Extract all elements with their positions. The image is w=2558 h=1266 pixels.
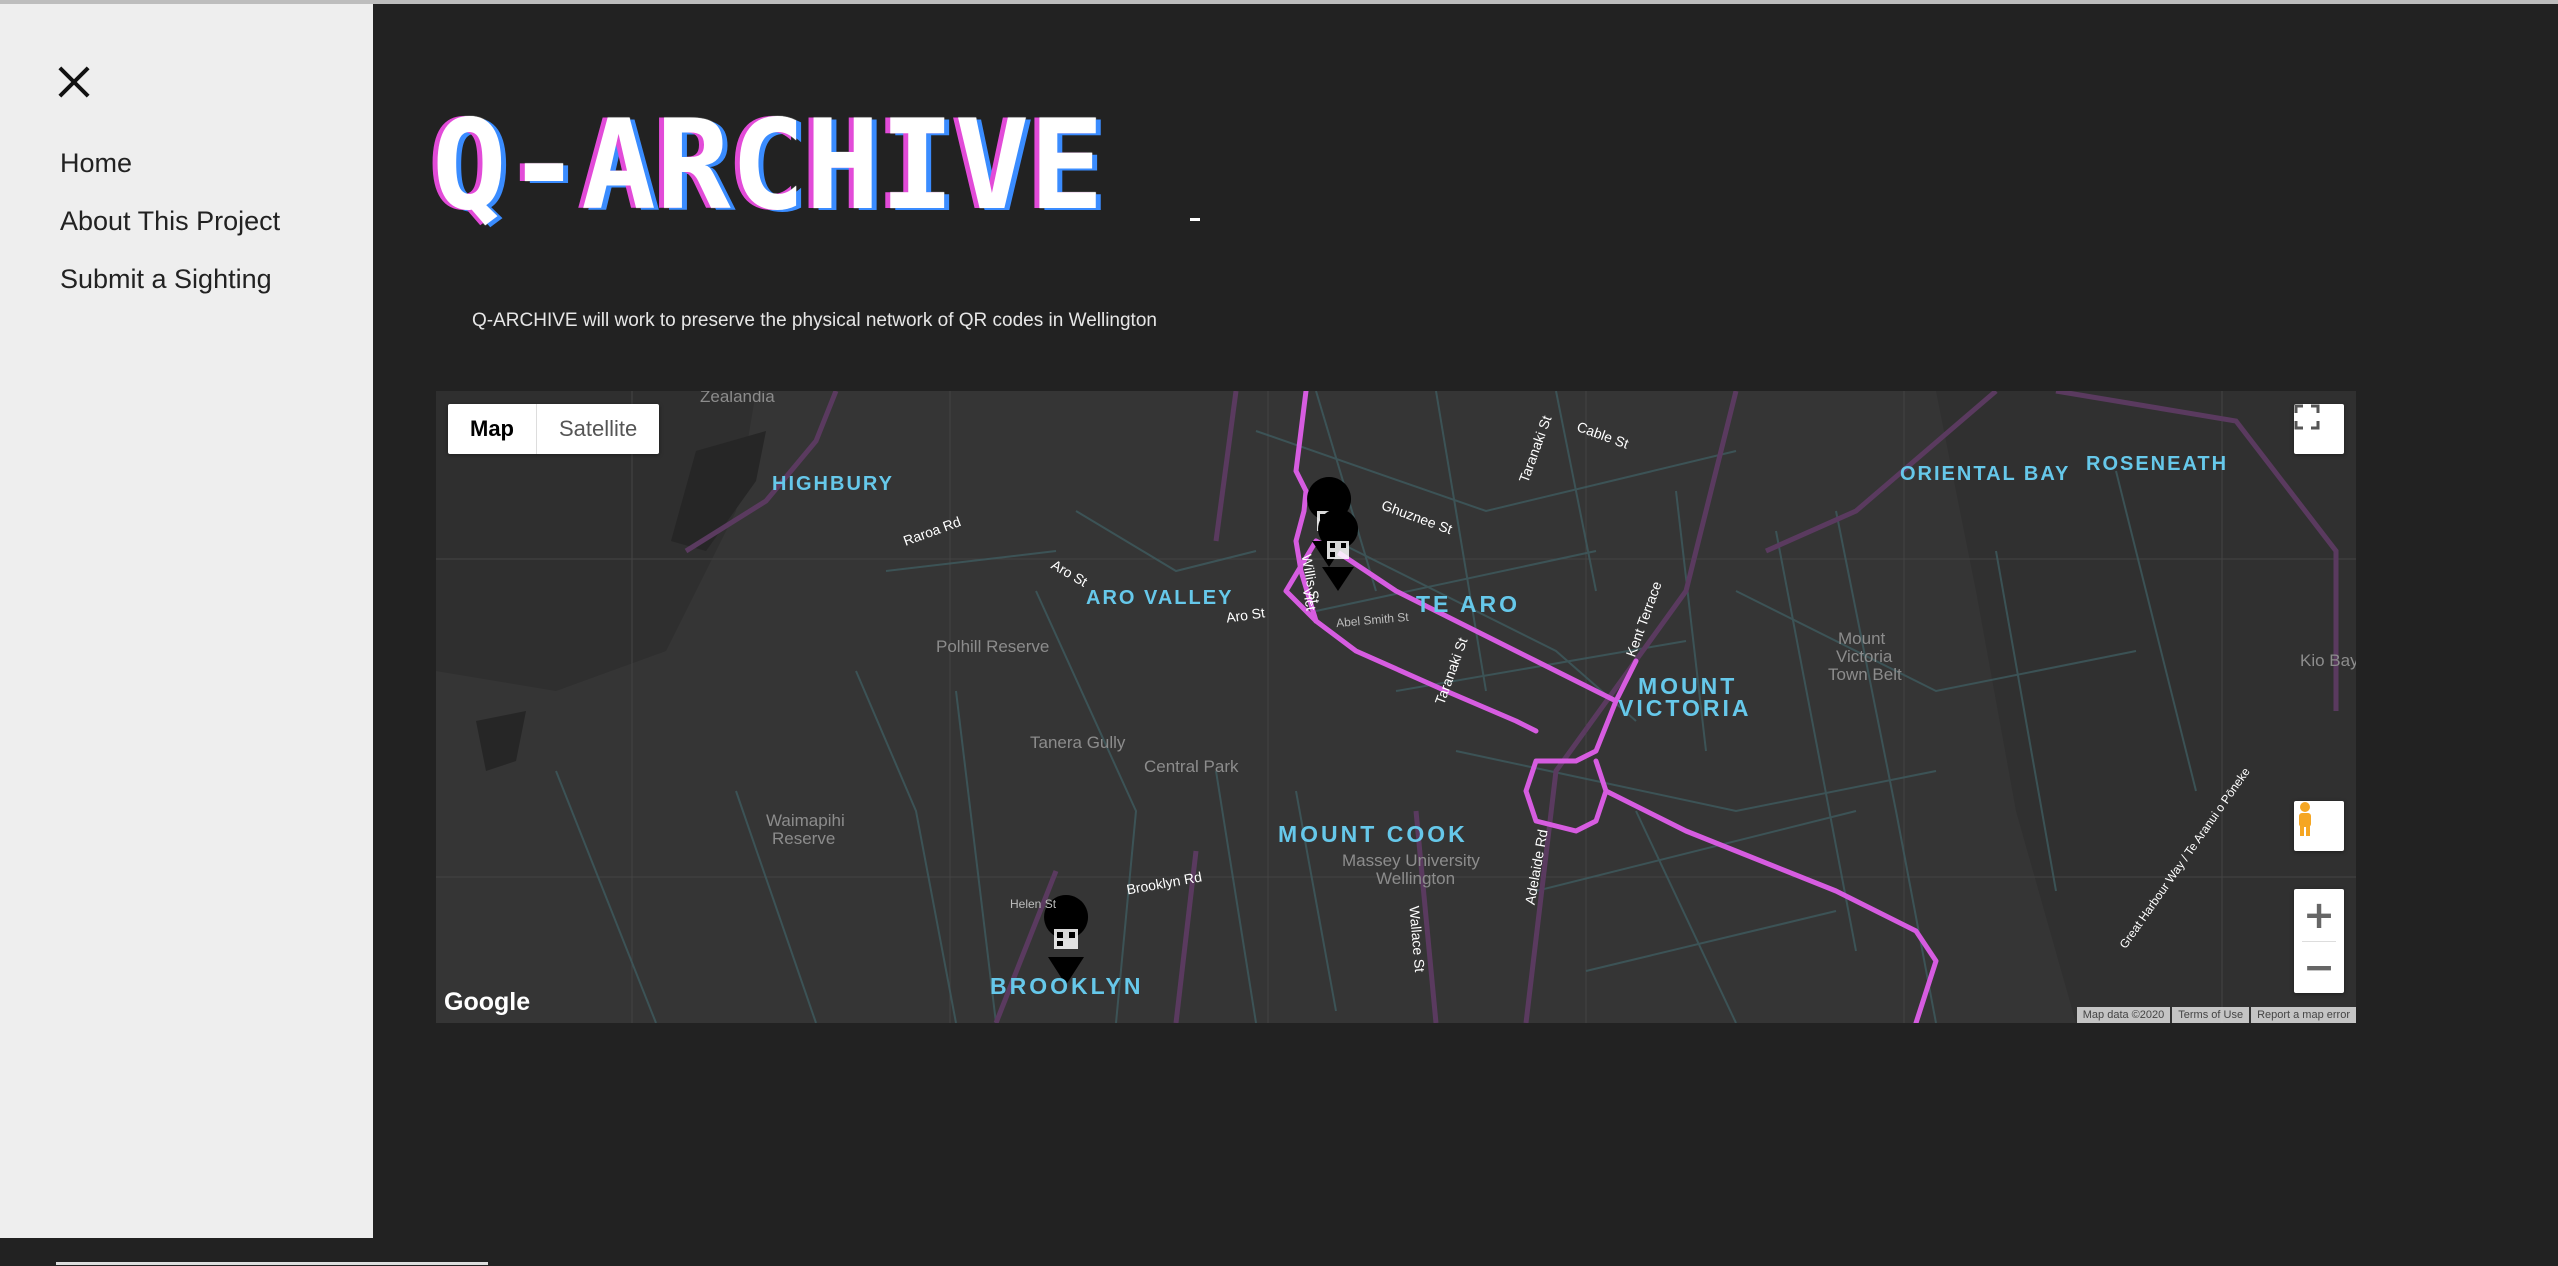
- map-widget[interactable]: HIGHBURY ARO VALLEY TE ARO MOUNT VICTORI…: [436, 391, 2356, 1023]
- map-attribution: Map data ©2020 Terms of Use Report a map…: [2076, 1007, 2356, 1023]
- zoom-control: + −: [2294, 889, 2344, 993]
- map-label-place: Kio Bay: [2300, 651, 2356, 670]
- map-label-suburb: HIGHBURY: [772, 473, 894, 495]
- tagline: Q-ARCHIVE will work to preserve the phys…: [472, 310, 1157, 331]
- terms-of-use-link[interactable]: Terms of Use: [2172, 1007, 2250, 1023]
- window-top-border: [0, 0, 2558, 4]
- map-label-place: Victoria: [1836, 647, 1893, 666]
- map-type-satellite-button[interactable]: Satellite: [537, 404, 659, 454]
- close-icon[interactable]: [52, 60, 96, 104]
- map-label-place: Mount: [1838, 629, 1886, 648]
- map-label-suburb: ARO VALLEY: [1086, 587, 1234, 609]
- scrollbar-track: [56, 1262, 488, 1265]
- google-logo: Google: [444, 988, 531, 1016]
- map-label-suburb: BROOKLYN: [990, 973, 1144, 999]
- map-type-map-button[interactable]: Map: [448, 404, 537, 454]
- map-type-control: Map Satellite: [448, 404, 660, 454]
- map-label-place: Tanera Gully: [1030, 733, 1126, 752]
- plus-icon[interactable]: +: [2294, 889, 2344, 941]
- map-data-credit: Map data ©2020: [2076, 1007, 2171, 1023]
- map-label-place: Massey University: [1342, 851, 1480, 870]
- map-label-suburb: VICTORIA: [1618, 695, 1752, 721]
- map-label-place: Waimapihi: [766, 811, 845, 830]
- nav-item-about[interactable]: About This Project: [60, 206, 280, 237]
- nav-item-submit-sighting[interactable]: Submit a Sighting: [60, 264, 272, 295]
- map-label-suburb: TE ARO: [1416, 591, 1521, 617]
- fullscreen-icon[interactable]: [2294, 404, 2344, 454]
- map-label-place: Central Park: [1144, 757, 1239, 776]
- map-label-suburb: ROSENEATH: [2086, 453, 2229, 475]
- minus-icon[interactable]: −: [2294, 941, 2344, 993]
- sidebar: Home About This Project Submit a Sightin…: [0, 4, 373, 1238]
- map-label-place: Wellington: [1376, 869, 1456, 888]
- map-label-place: Town Belt: [1828, 665, 1902, 684]
- logo-cursor: [1190, 218, 1200, 221]
- map-label-place: Reserve: [772, 829, 836, 848]
- map-label-suburb: MOUNT COOK: [1278, 821, 1468, 847]
- pegman-icon[interactable]: [2294, 801, 2344, 851]
- report-map-error-link[interactable]: Report a map error: [2251, 1007, 2356, 1023]
- map-label-place: Zealandia: [700, 391, 775, 406]
- map-label-street: Helen St: [1010, 897, 1057, 911]
- site-logo: Q-ARCHIVE: [432, 94, 1104, 238]
- map-label-place: Polhill Reserve: [936, 637, 1050, 656]
- nav-item-home[interactable]: Home: [60, 148, 132, 179]
- map-label-suburb: ORIENTAL BAY: [1900, 463, 2071, 485]
